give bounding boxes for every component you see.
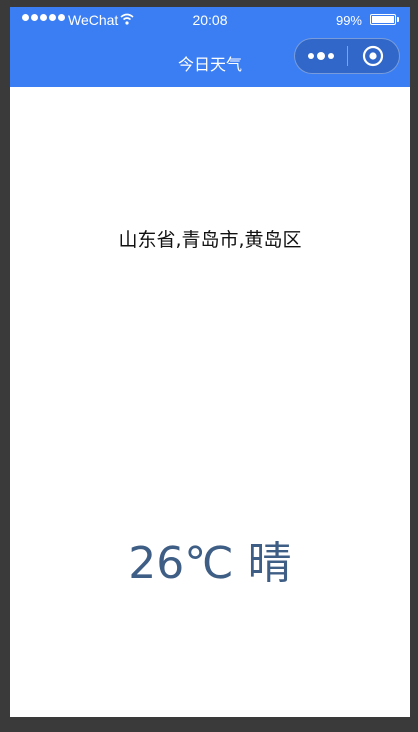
battery-icon xyxy=(370,14,399,25)
navigation-header: WeChat 20:08 99% 今日天气 xyxy=(10,7,410,87)
phone-screen: WeChat 20:08 99% 今日天气 山东省,青岛市,黄岛区 26℃ 晴 xyxy=(10,7,410,717)
weather-summary: 26℃ 晴 xyxy=(128,538,292,589)
status-bar: WeChat 20:08 99% xyxy=(10,7,410,35)
close-circle-graphic xyxy=(363,45,384,67)
battery-percent: 99% xyxy=(335,13,362,28)
more-dots-icon[interactable] xyxy=(295,39,347,73)
location-text: 山东省,青岛市,黄岛区 xyxy=(118,229,302,251)
battery-fill xyxy=(372,16,394,23)
mini-program-capsule xyxy=(294,38,400,74)
target-circle-icon[interactable] xyxy=(348,39,399,73)
